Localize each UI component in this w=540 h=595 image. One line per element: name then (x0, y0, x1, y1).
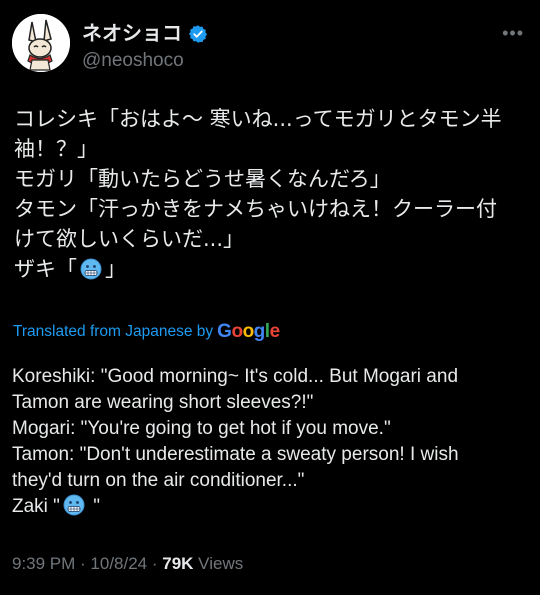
zaki-prefix: ザキ「 (14, 257, 77, 281)
original-line: タモン「汗っかきをナメちゃいけねえ！クーラー付 (14, 197, 497, 221)
original-line-zaki: ザキ「 」 (14, 254, 528, 284)
translation-line: Koreshiki: "Good morning~ It's cold... B… (12, 366, 459, 387)
translated-tweet-text: Koreshiki: "Good morning~ It's cold... B… (12, 364, 528, 520)
zaki-suffix-en: " (87, 496, 100, 517)
translation-line-zaki: Zaki " " (12, 494, 528, 520)
tweet-time[interactable]: 9:39 PM (12, 554, 75, 573)
display-name[interactable]: ネオショコ (82, 22, 182, 46)
zaki-prefix-en: Zaki " (12, 496, 60, 517)
cold-face-emoji-icon (63, 494, 85, 516)
tweet-metadata: 9:39 PM · 10/8/24 · 79K Views (12, 554, 243, 574)
original-line: けて欲しいくらいだ...」 (14, 227, 245, 251)
zaki-suffix: 」 (105, 257, 126, 281)
meta-separator: · (75, 554, 91, 573)
meta-separator: · (147, 554, 163, 573)
translation-line: Mogari: "You're going to get hot if you … (12, 418, 391, 439)
views-label: Views (193, 554, 244, 573)
translation-attribution[interactable]: Translated from Japanese by Google (13, 321, 280, 343)
user-handle[interactable]: @neoshoco (82, 50, 184, 72)
avatar-illustration-icon (12, 14, 70, 72)
original-line: 袖！？」 (14, 137, 98, 161)
google-logo: Google (217, 321, 280, 342)
original-tweet-text: コレシキ「おはよ〜 寒いね...ってモガリとタモン半 袖！？」 モガリ「動いたら… (14, 104, 528, 284)
ellipsis-icon[interactable]: ••• (502, 24, 524, 42)
avatar[interactable] (12, 14, 70, 72)
translation-line: Tamon: "Don't underestimate a sweaty per… (12, 444, 459, 465)
cold-face-emoji-icon (80, 258, 102, 280)
tweet-date[interactable]: 10/8/24 (90, 554, 147, 573)
translation-line: Tamon are wearing short sleeves?!" (12, 392, 314, 413)
original-line: コレシキ「おはよ〜 寒いね...ってモガリとタモン半 (14, 107, 502, 131)
verified-badge-icon (188, 24, 208, 44)
translated-label: Translated from Japanese by (13, 323, 214, 340)
tweet-header: ネオショコ @neoshoco ••• (12, 14, 528, 78)
translation-line: they'd turn on the air conditioner..." (12, 470, 305, 491)
views-count[interactable]: 79K (162, 554, 193, 573)
original-line: モガリ「動いたらどうせ暑くなんだろ」 (14, 167, 391, 191)
name-row: ネオショコ (82, 22, 208, 46)
